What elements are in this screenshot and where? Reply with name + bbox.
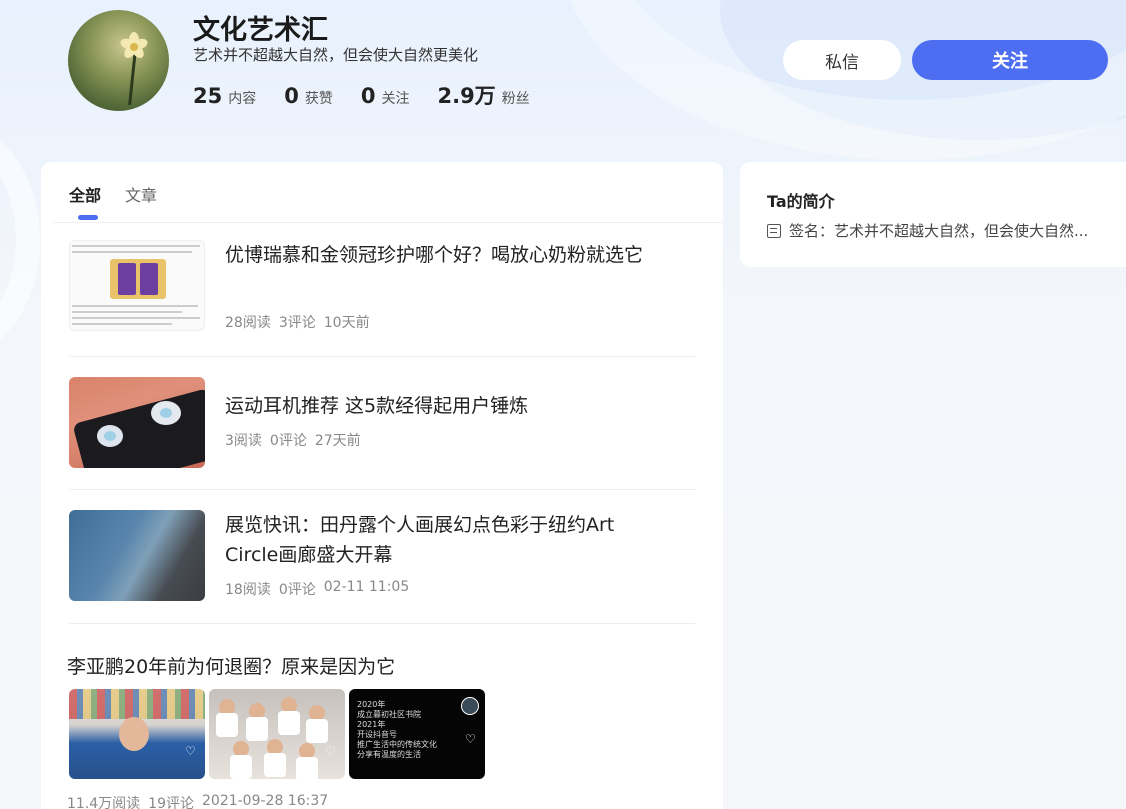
article-meta: 3阅读 0评论 27天前 [225,430,369,450]
article-title[interactable]: 优博瑞慕和金领冠珍护哪个好？喝放心奶粉就选它 [225,240,645,270]
read-count: 11.4万阅读 [67,796,141,809]
read-count: 28阅读 [225,315,271,331]
publish-time: 2021-09-28 16:37 [202,793,329,809]
article-meta: 18阅读 0评论 02-11 11:05 [225,579,417,599]
article-thumbnail[interactable] [69,377,205,468]
profile-name: 文化艺术汇 [193,15,328,46]
stat-label: 获赞 [304,91,333,107]
read-count: 3阅读 [225,433,262,449]
article-thumbnail[interactable] [69,240,205,331]
profile-stats: 25 内容 0 获赞 0 关注 2.9万 粉丝 [193,80,558,110]
message-button[interactable]: 私信 [783,40,901,80]
video-title[interactable]: 李亚鹏20年前为何退圈？原来是因为它 [67,652,707,679]
tab-articles[interactable]: 文章 [125,182,157,206]
stat-label: 粉丝 [501,91,530,107]
video-frame[interactable]: ♡ [209,689,345,779]
stat-number: 2.9万 [437,84,496,108]
article-meta: 28阅读 3评论 10天前 [225,312,378,332]
stat-label: 关注 [381,91,410,107]
intro-title: Ta的简介 [767,192,835,211]
comment-count: 0评论 [278,582,316,598]
comment-count: 3评论 [278,315,316,331]
stat-number: 25 [193,84,223,108]
video-frame[interactable]: ♡ [69,689,205,779]
video-frame[interactable]: 2020年 成立暮初社区书院 2021年 开设抖音号 推广生活中的传统文化 分享… [349,689,485,779]
article-title[interactable]: 运动耳机推荐 这5款经得起用户锤炼 [225,391,645,421]
intro-signature-text: 签名：艺术并不超越大自然，但会使大自然... [789,222,1089,240]
stat-following[interactable]: 0 关注 [361,84,410,108]
content-feed: 全部 文章 优博瑞慕和金领冠珍护哪个好？喝放心奶粉就选它 28阅读 3评论 10… [41,162,723,809]
stat-content[interactable]: 25 内容 [193,84,256,108]
stat-number: 0 [284,84,299,108]
frame-text: 分享有温度的生活 [357,750,421,759]
publish-time: 10天前 [323,315,370,331]
comment-count: 19评论 [148,796,194,809]
publish-time: 27天前 [314,433,361,449]
article-thumbnail[interactable] [69,510,205,601]
tab-all[interactable]: 全部 [69,182,101,220]
stat-likes: 0 获赞 [284,84,333,108]
video-thumbnails: ♡ ♡ 2020年 成立暮初社区书院 2021年 开设抖音号 推广生活中的传统文… [69,689,489,779]
stat-number: 0 [360,84,376,108]
article-title[interactable]: 展览快讯：田丹露个人画展幻点色彩于纽约Art Circle画廊盛大开幕 [225,510,645,570]
document-icon [767,223,781,238]
intro-signature: 签名：艺术并不超越大自然，但会使大自然... [767,220,1088,241]
like-icon: ♡ [465,732,476,746]
stat-followers[interactable]: 2.9万 粉丝 [437,80,529,110]
divider [69,356,695,357]
comment-count: 0评论 [269,433,307,449]
stat-label: 内容 [228,91,257,107]
avatar [68,10,169,111]
read-count: 18阅读 [225,582,271,598]
video-meta: 11.4万阅读 19评论 2021-09-28 16:37 [67,793,336,809]
like-icon: ♡ [185,744,196,758]
video-post[interactable]: 李亚鹏20年前为何退圈？原来是因为它 ♡ ♡ 2020年 成立暮初社区书院 20… [67,652,707,809]
profile-signature: 艺术并不超越大自然，但会使大自然更美化 [193,46,479,64]
author-avatar [461,697,479,715]
intro-card: Ta的简介 签名：艺术并不超越大自然，但会使大自然... [740,162,1126,267]
divider [53,222,723,223]
content-tabs: 全部 文章 [69,182,181,220]
publish-time: 02-11 11:05 [323,579,410,595]
divider [69,623,695,624]
follow-button[interactable]: 关注 [912,40,1108,80]
divider [69,489,695,490]
like-icon: ♡ [325,744,336,758]
